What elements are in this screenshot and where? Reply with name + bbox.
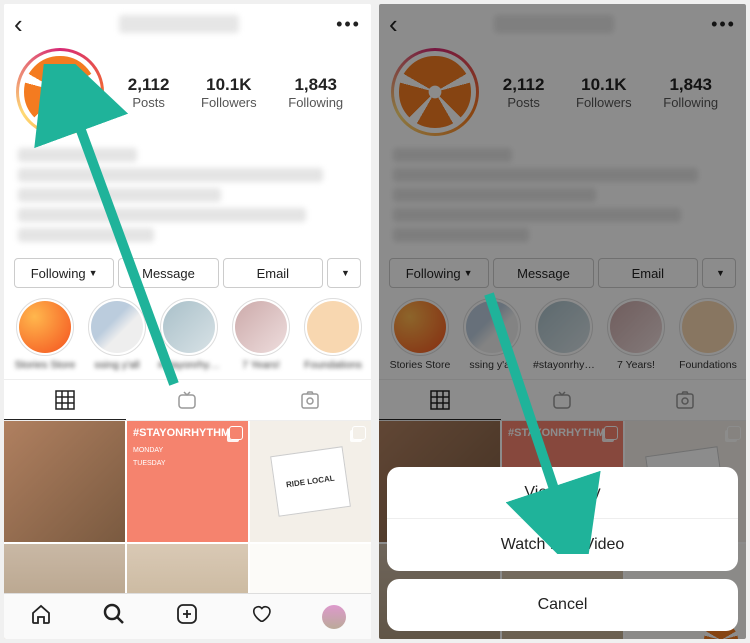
- tab-igtv[interactable]: [126, 380, 248, 420]
- following-button[interactable]: Following▼: [389, 258, 489, 288]
- nav-home-icon[interactable]: [29, 602, 53, 631]
- action-sheet: View Story Watch Live Video Cancel: [387, 467, 738, 631]
- following-button[interactable]: Following▼: [14, 258, 114, 288]
- highlight-item[interactable]: 7 Years!: [230, 298, 292, 371]
- more-icon[interactable]: •••: [336, 14, 361, 35]
- sheet-view-story[interactable]: View Story: [387, 467, 738, 519]
- nav-add-icon[interactable]: [175, 602, 199, 631]
- carousel-icon: [229, 426, 243, 440]
- email-button[interactable]: Email: [598, 258, 698, 288]
- tab-tagged[interactable]: [249, 380, 371, 420]
- more-icon[interactable]: •••: [711, 14, 736, 35]
- username-redacted: [494, 15, 614, 33]
- email-button[interactable]: Email: [223, 258, 323, 288]
- nav-search-icon[interactable]: [102, 602, 126, 631]
- top-bar: ‹ •••: [4, 4, 371, 44]
- back-icon[interactable]: ‹: [389, 9, 398, 40]
- story-highlights: Stories Store ssing y'all #stayonrhythm …: [4, 298, 371, 379]
- message-button[interactable]: Message: [493, 258, 593, 288]
- bio-redacted: [4, 142, 371, 258]
- sheet-watch-live[interactable]: Watch Live Video: [387, 519, 738, 571]
- nav-activity-icon[interactable]: [249, 602, 273, 631]
- post-thumbnail[interactable]: RIDE LOCAL: [250, 421, 371, 542]
- swirl-logo-icon: [22, 54, 97, 129]
- message-button[interactable]: Message: [118, 258, 218, 288]
- chevron-down-icon: ▼: [89, 268, 98, 278]
- highlight-item[interactable]: ssing y'all: [461, 298, 523, 371]
- highlight-item[interactable]: Foundations: [677, 298, 739, 371]
- stat-following[interactable]: 1,843 Following: [288, 75, 343, 110]
- tab-grid[interactable]: [4, 380, 126, 420]
- profile-avatar[interactable]: [16, 48, 104, 136]
- username-redacted: [119, 15, 239, 33]
- post-thumbnail[interactable]: #STAYONRHYTHM MONDAY TUESDAY: [127, 421, 248, 542]
- back-icon[interactable]: ‹: [14, 9, 23, 40]
- profile-screen-left: ‹ ••• 2,112 Posts 10.1K Followers: [4, 4, 371, 639]
- stat-posts[interactable]: 2,112 Posts: [128, 75, 170, 110]
- profile-screen-right: ‹ ••• 2,112Posts 10.1KFollowers 1,843Fol…: [379, 4, 746, 639]
- tab-igtv[interactable]: [501, 380, 623, 420]
- bottom-nav: [4, 593, 371, 639]
- highlight-item[interactable]: Stories Store: [14, 298, 76, 371]
- tab-grid[interactable]: [379, 380, 501, 420]
- highlight-item[interactable]: #stayonrhythm: [533, 298, 595, 371]
- highlight-item[interactable]: Stories Store: [389, 298, 451, 371]
- profile-avatar[interactable]: [391, 48, 479, 136]
- nav-profile-icon[interactable]: [322, 605, 346, 629]
- tab-tagged[interactable]: [624, 380, 746, 420]
- suggested-button[interactable]: ▼: [327, 258, 361, 288]
- highlight-item[interactable]: #stayonrhythm: [158, 298, 220, 371]
- post-thumbnail[interactable]: [4, 421, 125, 542]
- profile-stats: 2,112 Posts 10.1K Followers 1,843 Follow…: [112, 75, 359, 110]
- highlight-item[interactable]: 7 Years!: [605, 298, 667, 371]
- stat-followers[interactable]: 10.1K Followers: [201, 75, 257, 110]
- highlight-item[interactable]: ssing y'all: [86, 298, 148, 371]
- highlight-item[interactable]: Foundations: [302, 298, 364, 371]
- chevron-down-icon: ▼: [341, 268, 350, 278]
- sheet-cancel[interactable]: Cancel: [387, 579, 738, 631]
- carousel-icon: [352, 426, 366, 440]
- suggested-button[interactable]: ▼: [702, 258, 736, 288]
